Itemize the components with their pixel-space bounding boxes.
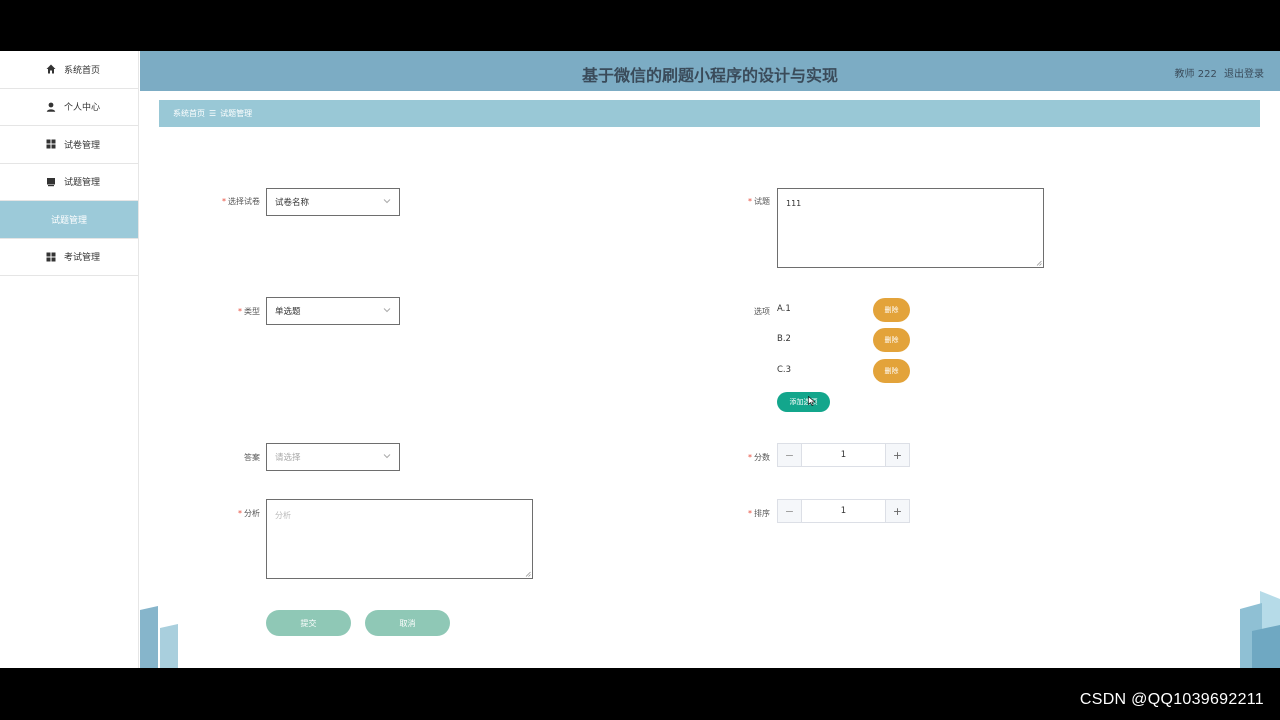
analysis-textarea[interactable]: 分析 bbox=[266, 499, 533, 579]
option-text: B.2 bbox=[777, 334, 791, 344]
option-text: C.3 bbox=[777, 365, 792, 375]
order-label: * 排序 bbox=[748, 509, 770, 518]
order-decrement-button[interactable]: − bbox=[778, 500, 802, 522]
paper-label: * 选择试卷 bbox=[222, 197, 260, 206]
header-user-area: 教师 222 退出登录 bbox=[1171, 65, 1264, 80]
order-value[interactable]: 1 bbox=[802, 500, 885, 522]
sidebar-item-home[interactable]: 系统首页 bbox=[0, 51, 138, 89]
order-increment-button[interactable]: + bbox=[885, 500, 909, 522]
score-increment-button[interactable]: + bbox=[885, 444, 909, 466]
answer-select-placeholder: 请选择 bbox=[275, 453, 301, 463]
answer-label: 答案 bbox=[244, 453, 260, 462]
type-select-value: 单选题 bbox=[275, 307, 301, 317]
chevron-down-icon bbox=[383, 454, 391, 459]
type-label: * 类型 bbox=[238, 307, 260, 316]
delete-option-button[interactable]: 删除 bbox=[873, 298, 910, 322]
sidebar-item-label: 试题管理 bbox=[51, 215, 88, 226]
options-label: 选项 bbox=[754, 307, 770, 316]
paper-select-value: 试卷名称 bbox=[275, 198, 310, 208]
score-label: * 分数 bbox=[748, 453, 770, 462]
question-label: * 试题 bbox=[748, 197, 770, 206]
breadcrumb-home[interactable]: 系统首页 bbox=[173, 108, 205, 119]
sidebar-item-papers[interactable]: 试卷管理 bbox=[0, 126, 138, 164]
decorative-building-left bbox=[140, 606, 178, 668]
sidebar: 系统首页 个人中心 试卷管理 试题管理 试题管理 考试管理 bbox=[0, 51, 139, 668]
answer-select[interactable]: 请选择 bbox=[266, 443, 400, 471]
app-window: 系统首页 个人中心 试卷管理 试题管理 试题管理 考试管理 基于微信的刷题小程序… bbox=[0, 51, 1280, 668]
mouse-cursor-icon bbox=[808, 396, 816, 406]
logout-link[interactable]: 退出登录 bbox=[1224, 69, 1264, 80]
question-textarea[interactable]: 111 bbox=[777, 188, 1044, 268]
chevron-down-icon bbox=[383, 199, 391, 204]
option-text: A.1 bbox=[777, 304, 791, 314]
sidebar-item-exams[interactable]: 考试管理 bbox=[0, 239, 138, 276]
page-title: 基于微信的刷题小程序的设计与实现 bbox=[581, 66, 838, 85]
sidebar-item-questions[interactable]: 试题管理 bbox=[0, 164, 138, 201]
sidebar-item-label: 考试管理 bbox=[64, 253, 101, 264]
add-option-button[interactable]: 添加选项 bbox=[777, 392, 830, 412]
analysis-placeholder: 分析 bbox=[275, 511, 291, 520]
resize-grip-icon[interactable] bbox=[1036, 260, 1042, 266]
sidebar-subitem-questions[interactable]: 试题管理 bbox=[0, 201, 138, 239]
home-icon bbox=[46, 64, 56, 74]
sidebar-item-label: 系统首页 bbox=[64, 65, 101, 76]
sidebar-item-label: 试卷管理 bbox=[64, 140, 101, 151]
decorative-building-right bbox=[1240, 591, 1280, 668]
sidebar-item-label: 试题管理 bbox=[64, 178, 101, 189]
delete-option-button[interactable]: 删除 bbox=[873, 359, 910, 383]
submit-button[interactable]: 提交 bbox=[266, 610, 351, 636]
resize-grip-icon[interactable] bbox=[525, 571, 531, 577]
score-decrement-button[interactable]: − bbox=[778, 444, 802, 466]
breadcrumb-current: 试题管理 bbox=[220, 109, 253, 118]
grid-icon bbox=[46, 139, 56, 149]
question-value: 111 bbox=[786, 199, 802, 208]
watermark: CSDN @QQ1039692211 bbox=[1079, 691, 1264, 708]
user-name: 教师 222 bbox=[1174, 69, 1217, 80]
cancel-button[interactable]: 取消 bbox=[365, 610, 450, 636]
order-stepper[interactable]: − 1 + bbox=[777, 499, 910, 523]
book-icon bbox=[46, 177, 56, 187]
breadcrumb-separator-icon: ☰ bbox=[209, 109, 217, 118]
score-value[interactable]: 1 bbox=[802, 444, 885, 466]
paper-select[interactable]: 试卷名称 bbox=[266, 188, 400, 216]
analysis-label: * 分析 bbox=[238, 509, 260, 518]
grid-icon bbox=[46, 252, 56, 262]
type-select[interactable]: 单选题 bbox=[266, 297, 400, 325]
sidebar-item-label: 个人中心 bbox=[64, 103, 101, 114]
chevron-down-icon bbox=[383, 308, 391, 313]
top-header: 基于微信的刷题小程序的设计与实现 教师 222 退出登录 bbox=[140, 51, 1280, 91]
sidebar-item-profile[interactable]: 个人中心 bbox=[0, 89, 138, 126]
score-stepper[interactable]: − 1 + bbox=[777, 443, 910, 467]
user-icon bbox=[46, 102, 56, 112]
delete-option-button[interactable]: 删除 bbox=[873, 328, 910, 352]
breadcrumb: 系统首页 ☰ 试题管理 bbox=[159, 100, 1260, 127]
